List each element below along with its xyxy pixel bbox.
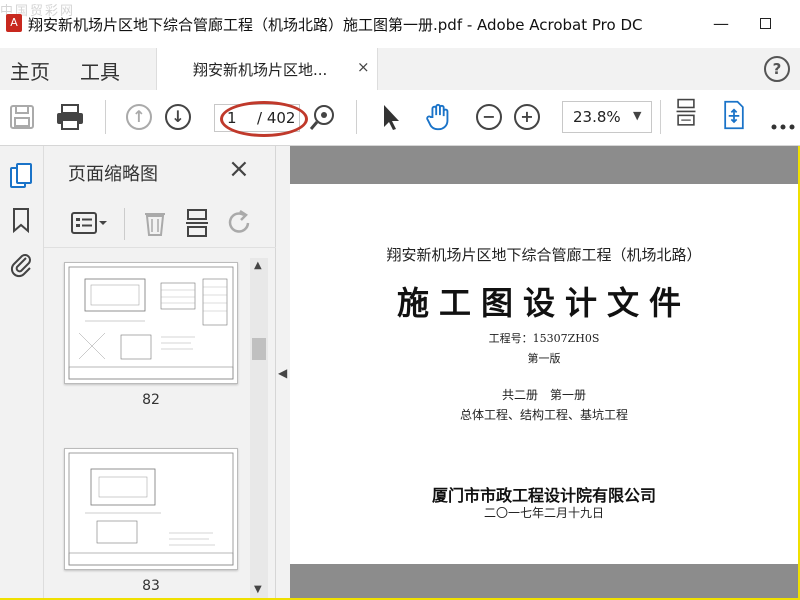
fit-width-icon[interactable]: [672, 98, 700, 128]
zoom-value: 23.8%: [573, 108, 621, 126]
prev-page-icon[interactable]: ↑: [126, 104, 152, 130]
window-title: 翔安新机场片区地下综合管廊工程（机场北路）施工图第一册.pdf - Adobe …: [28, 16, 643, 34]
navigation-rail: [0, 146, 44, 598]
toolbar-separator: [660, 100, 661, 134]
thumbnail-options-icon[interactable]: [70, 210, 108, 236]
page-edition: 第一版: [527, 352, 561, 365]
zoom-in-icon[interactable]: +: [514, 104, 540, 130]
panel-title: 页面缩略图: [68, 164, 158, 185]
page-project-number: 工程号：15307ZH0S: [488, 332, 600, 345]
page-thumbnail[interactable]: [64, 448, 238, 570]
document-tab-label: 翔安新机场片区地...: [193, 61, 328, 79]
page-volume: 共二册 第一册: [501, 388, 586, 402]
maximize-button[interactable]: [750, 12, 780, 36]
page-scope: 总体工程、结构工程、基坑工程: [459, 408, 628, 422]
thumbnail-label: 82: [142, 392, 160, 408]
zoom-select[interactable]: 23.8% ▼: [562, 101, 652, 133]
page-organization: 厦门市市政工程设计院有限公司: [431, 486, 656, 505]
thumbnail-drawing: [68, 452, 234, 566]
bookmark-icon[interactable]: [8, 206, 34, 234]
help-button[interactable]: ?: [764, 56, 790, 82]
more-icon[interactable]: [770, 112, 796, 142]
document-tab[interactable]: 翔安新机场片区地... ×: [156, 48, 378, 90]
document-view[interactable]: 翔安新机场片区地下综合管廊工程（机场北路） 施工图设计文件 工程号：15307Z…: [290, 146, 798, 598]
trash-icon[interactable]: [142, 208, 168, 238]
tab-bar: 主页 工具 翔安新机场片区地... ×: [0, 48, 800, 90]
page-date: 二〇一七年二月十九日: [483, 506, 604, 520]
minimize-button[interactable]: —: [706, 12, 736, 36]
panel-separator: [124, 208, 125, 240]
title-bar: 中国贸彩网 A 翔安新机场片区地下综合管廊工程（机场北路）施工图第一册.pdf …: [0, 0, 800, 48]
insert-page-icon[interactable]: [184, 208, 210, 238]
scroll-thumb[interactable]: [252, 338, 266, 360]
maximize-icon: [759, 18, 771, 29]
page-thumbnails-icon[interactable]: [8, 162, 34, 190]
hand-tool-icon[interactable]: [424, 102, 454, 132]
zoom-marquee-icon[interactable]: [308, 102, 336, 132]
save-icon[interactable]: [8, 102, 36, 132]
toolbar: ↑ ↓ − +: [0, 90, 800, 146]
nav-tools[interactable]: 工具: [80, 56, 120, 85]
pdf-page: 翔安新机场片区地下综合管廊工程（机场北路） 施工图设计文件 工程号：15307Z…: [290, 184, 798, 564]
thumbnail-label: 83: [142, 578, 160, 594]
full-screen-icon[interactable]: [720, 100, 748, 130]
thumbnail-drawing: [68, 266, 234, 380]
page-main-title: 施工图设计文件: [396, 284, 691, 322]
next-page-icon[interactable]: ↓: [165, 104, 191, 130]
panel-toolbar: [44, 198, 276, 248]
panel-close-icon[interactable]: ×: [228, 156, 250, 182]
zoom-out-icon[interactable]: −: [476, 104, 502, 130]
tab-close-icon[interactable]: ×: [357, 58, 370, 76]
thumbnails-panel: 页面缩略图 × 82 83 ▲ ▼: [44, 146, 276, 598]
thumbnail-scrollbar[interactable]: ▲ ▼: [250, 258, 268, 598]
select-cursor-icon[interactable]: [380, 102, 404, 132]
page-project-title: 翔安新机场片区地下综合管廊工程（机场北路）: [386, 246, 702, 264]
scroll-down-icon[interactable]: ▼: [254, 584, 262, 595]
acrobat-icon: A: [6, 14, 22, 32]
nav-home[interactable]: 主页: [10, 56, 50, 85]
print-icon[interactable]: [54, 102, 86, 132]
attachment-icon[interactable]: [8, 250, 34, 278]
rotate-icon[interactable]: [226, 208, 254, 238]
toolbar-separator: [356, 100, 357, 134]
page-thumbnail[interactable]: [64, 262, 238, 384]
toolbar-separator: [105, 100, 106, 134]
highlight-ellipse: [220, 101, 308, 137]
chevron-down-icon: ▼: [633, 109, 642, 122]
collapse-panel-icon[interactable]: ◀: [278, 366, 287, 380]
scroll-up-icon[interactable]: ▲: [254, 260, 262, 271]
